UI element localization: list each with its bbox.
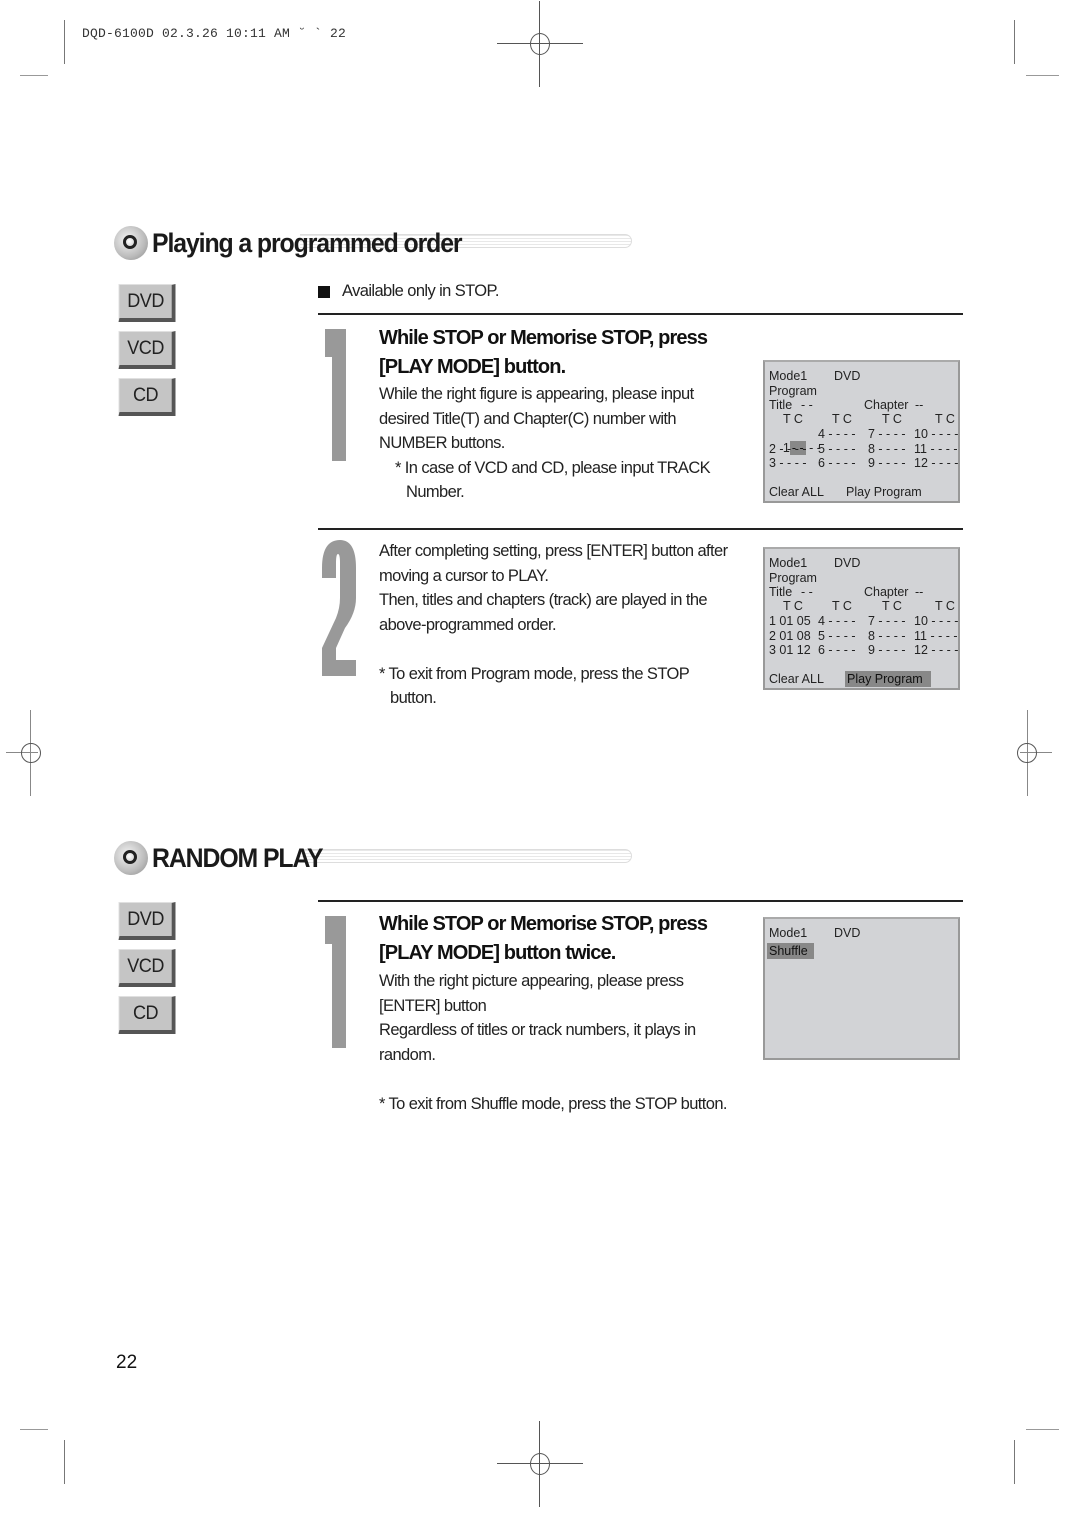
osd-title-value: - - (801, 585, 813, 599)
page-number: 22 (116, 1352, 138, 1373)
osd-col-header: T C (832, 412, 852, 426)
osd-col-header: T C (935, 599, 955, 613)
disc-badge-dvd: DVD (118, 284, 176, 322)
osd-col-header: T C (783, 599, 803, 613)
osd-slot-4: 4 - - - - (818, 614, 856, 628)
osd-slot-4: 4 - - - - (818, 427, 856, 441)
osd-slot-9: 9 - - - - (868, 643, 906, 657)
osd-slot-6: 6 - - - - (818, 456, 856, 470)
osd-disc: DVD (834, 926, 861, 940)
step-title: While STOP or Memorise STOP, press [PLAY… (379, 327, 708, 378)
osd-disc: DVD (834, 369, 861, 383)
osd-slot-7: 7 - - - - (868, 614, 906, 628)
osd-program-label: Program (769, 384, 817, 398)
section-bullet-icon (114, 226, 148, 260)
disc-badge-dvd: DVD (118, 902, 176, 940)
osd-col-header: T C (935, 412, 955, 426)
section-heading-programmed: Playing a programmed order (114, 225, 488, 261)
divider (318, 900, 963, 902)
osd-mode: Mode1 (769, 369, 808, 383)
disc-badge-vcd: VCD (118, 331, 176, 369)
disc-badge-cd: CD (118, 378, 176, 416)
crop-mark (20, 1429, 48, 1430)
crop-mark (1014, 20, 1015, 64)
osd-shuffle-highlighted: Shuffle (767, 943, 814, 959)
osd-clear-all: Clear ALL (769, 485, 824, 499)
osd-program-screen: Mode1 DVD Program Title - - Chapter -- T… (763, 360, 960, 503)
disc-badge-vcd: VCD (118, 949, 176, 987)
section-title: RANDOM PLAY (152, 842, 324, 873)
osd-slot-8: 8 - - - - (868, 442, 906, 456)
osd-slot-2: 2 - - - - (769, 442, 807, 456)
registration-mark-left (0, 710, 41, 796)
osd-slot-3: 3 01 12 (769, 643, 811, 657)
osd-slot-6: 6 - - - - (818, 643, 856, 657)
osd-title-label: Title (769, 398, 793, 412)
osd-play-program: Play Program (846, 485, 922, 499)
osd-slot-9: 9 - - - - (868, 456, 906, 470)
step-number-1-flag (325, 916, 335, 944)
availability-note: Available only in STOP. (318, 282, 499, 301)
osd-slot-10: 10 - - - - (914, 614, 959, 628)
osd-chapter-value: -- (915, 585, 924, 599)
divider (318, 528, 963, 530)
step-body: With the right picture appearing, please… (379, 972, 727, 1113)
osd-slot-10: 10 - - - - (914, 427, 959, 441)
osd-title-value: - - (801, 398, 813, 412)
osd-program-label: Program (769, 571, 817, 585)
osd-slot-2: 2 01 08 (769, 629, 811, 643)
osd-shuffle-screen: Mode1 DVD Shuffle (763, 917, 960, 1060)
crop-mark (1014, 1440, 1015, 1484)
osd-slot-5: 5 - - - - (818, 442, 856, 456)
registration-mark-bottom (497, 1421, 583, 1507)
osd-slot-12: 12 - - - - (914, 643, 959, 657)
osd-chapter-label: Chapter (864, 398, 909, 412)
osd-mode: Mode1 (769, 926, 808, 940)
osd-slot-5: 5 - - - - (818, 629, 856, 643)
crop-mark (20, 75, 48, 76)
step-number-1-flag (325, 329, 335, 357)
osd-col-header: T C (783, 412, 803, 426)
osd-slot-3: 3 - - - - (769, 456, 807, 470)
crop-mark (1026, 1429, 1059, 1430)
osd-disc: DVD (834, 556, 861, 570)
step-number-2 (322, 540, 356, 676)
osd-slot-11: 11 - - - - (914, 442, 958, 456)
disc-badge-cd: CD (118, 996, 176, 1034)
osd-slot-1: 1 01 05 (769, 614, 811, 628)
osd-slot-12: 12 - - - - (914, 456, 959, 470)
registration-mark-right (1017, 710, 1058, 796)
square-bullet-icon (318, 285, 330, 298)
osd-chapter-label: Chapter (864, 585, 909, 599)
step-title: While STOP or Memorise STOP, press [PLAY… (379, 913, 708, 964)
registration-mark-top (497, 1, 583, 87)
osd-col-header: T C (882, 599, 902, 613)
step-body: While the right figure is appearing, ple… (379, 385, 711, 501)
section-title: Playing a programmed order (152, 227, 463, 258)
print-slug: DQD-6100D 02.3.26 10:11 AM ˘ ` 22 (82, 26, 347, 41)
osd-play-program-highlighted: Play Program (845, 671, 931, 687)
osd-slot-7: 7 - - - - (868, 427, 906, 441)
section-heading-random: RANDOM PLAY (114, 840, 337, 876)
osd-title-label: Title (769, 585, 793, 599)
divider (318, 313, 963, 315)
osd-clear-all: Clear ALL (769, 672, 824, 686)
osd-col-header: T C (832, 599, 852, 613)
step-body: After completing setting, press [ENTER] … (379, 542, 728, 707)
osd-slot-11: 11 - - - - (914, 629, 958, 643)
section-bullet-icon (114, 841, 148, 875)
crop-mark (1026, 75, 1059, 76)
availability-text: Available only in STOP. (342, 282, 499, 300)
crop-mark (64, 1440, 65, 1484)
osd-col-header: T C (882, 412, 902, 426)
crop-mark (64, 20, 65, 64)
osd-program-screen-filled: Mode1 DVD Program Title - - Chapter -- T… (763, 547, 960, 690)
osd-mode: Mode1 (769, 556, 808, 570)
osd-slot-8: 8 - - - - (868, 629, 906, 643)
osd-chapter-value: -- (915, 398, 924, 412)
section-title-rule (300, 849, 632, 863)
